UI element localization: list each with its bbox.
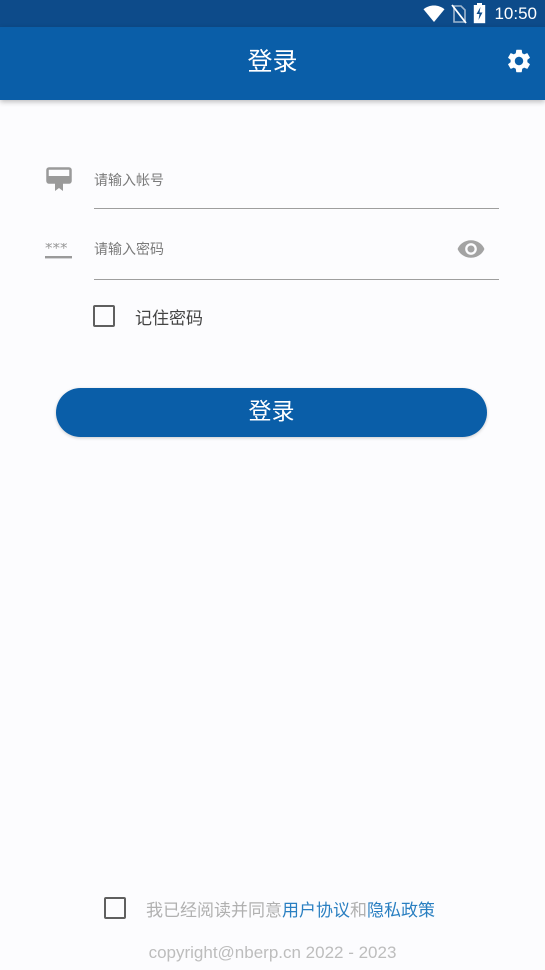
remember-password-checkbox[interactable] bbox=[93, 305, 115, 327]
battery-charging-icon bbox=[474, 3, 486, 24]
eye-icon[interactable] bbox=[457, 239, 485, 259]
password-field bbox=[94, 229, 499, 280]
agreement-row: 我已经阅读并同意 用户协议和隐私政策 bbox=[104, 896, 435, 921]
status-time: 10:50 bbox=[494, 3, 537, 23]
login-button[interactable]: 登录 bbox=[56, 388, 487, 437]
svg-text:***: *** bbox=[45, 243, 68, 257]
no-sim-icon bbox=[451, 3, 468, 24]
remember-password-label: 记住密码 bbox=[135, 308, 203, 329]
account-card-icon bbox=[46, 167, 72, 191]
user-agreement-link[interactable]: 用户协议 bbox=[282, 896, 350, 921]
privacy-policy-link[interactable]: 隐私政策 bbox=[367, 896, 435, 921]
password-dots-icon: *** bbox=[45, 243, 72, 259]
agreement-prefix: 我已经阅读并同意 bbox=[146, 900, 282, 921]
wifi-icon bbox=[423, 4, 445, 22]
status-bar: 10:50 bbox=[0, 0, 545, 27]
account-field bbox=[94, 160, 499, 209]
agreement-checkbox[interactable] bbox=[104, 897, 126, 919]
account-input[interactable] bbox=[94, 161, 434, 201]
agreement-conjunction: 和 bbox=[350, 900, 367, 921]
remember-password-row[interactable]: 记住密码 bbox=[93, 304, 203, 329]
password-input[interactable] bbox=[94, 230, 434, 270]
status-icons: 10:50 bbox=[423, 2, 537, 25]
app-bar: 登录 bbox=[0, 27, 545, 100]
gear-icon[interactable] bbox=[505, 47, 533, 75]
page-title: 登录 bbox=[247, 47, 298, 76]
copyright-text: copyright@nberp.cn 2022 - 2023 bbox=[148, 943, 397, 962]
